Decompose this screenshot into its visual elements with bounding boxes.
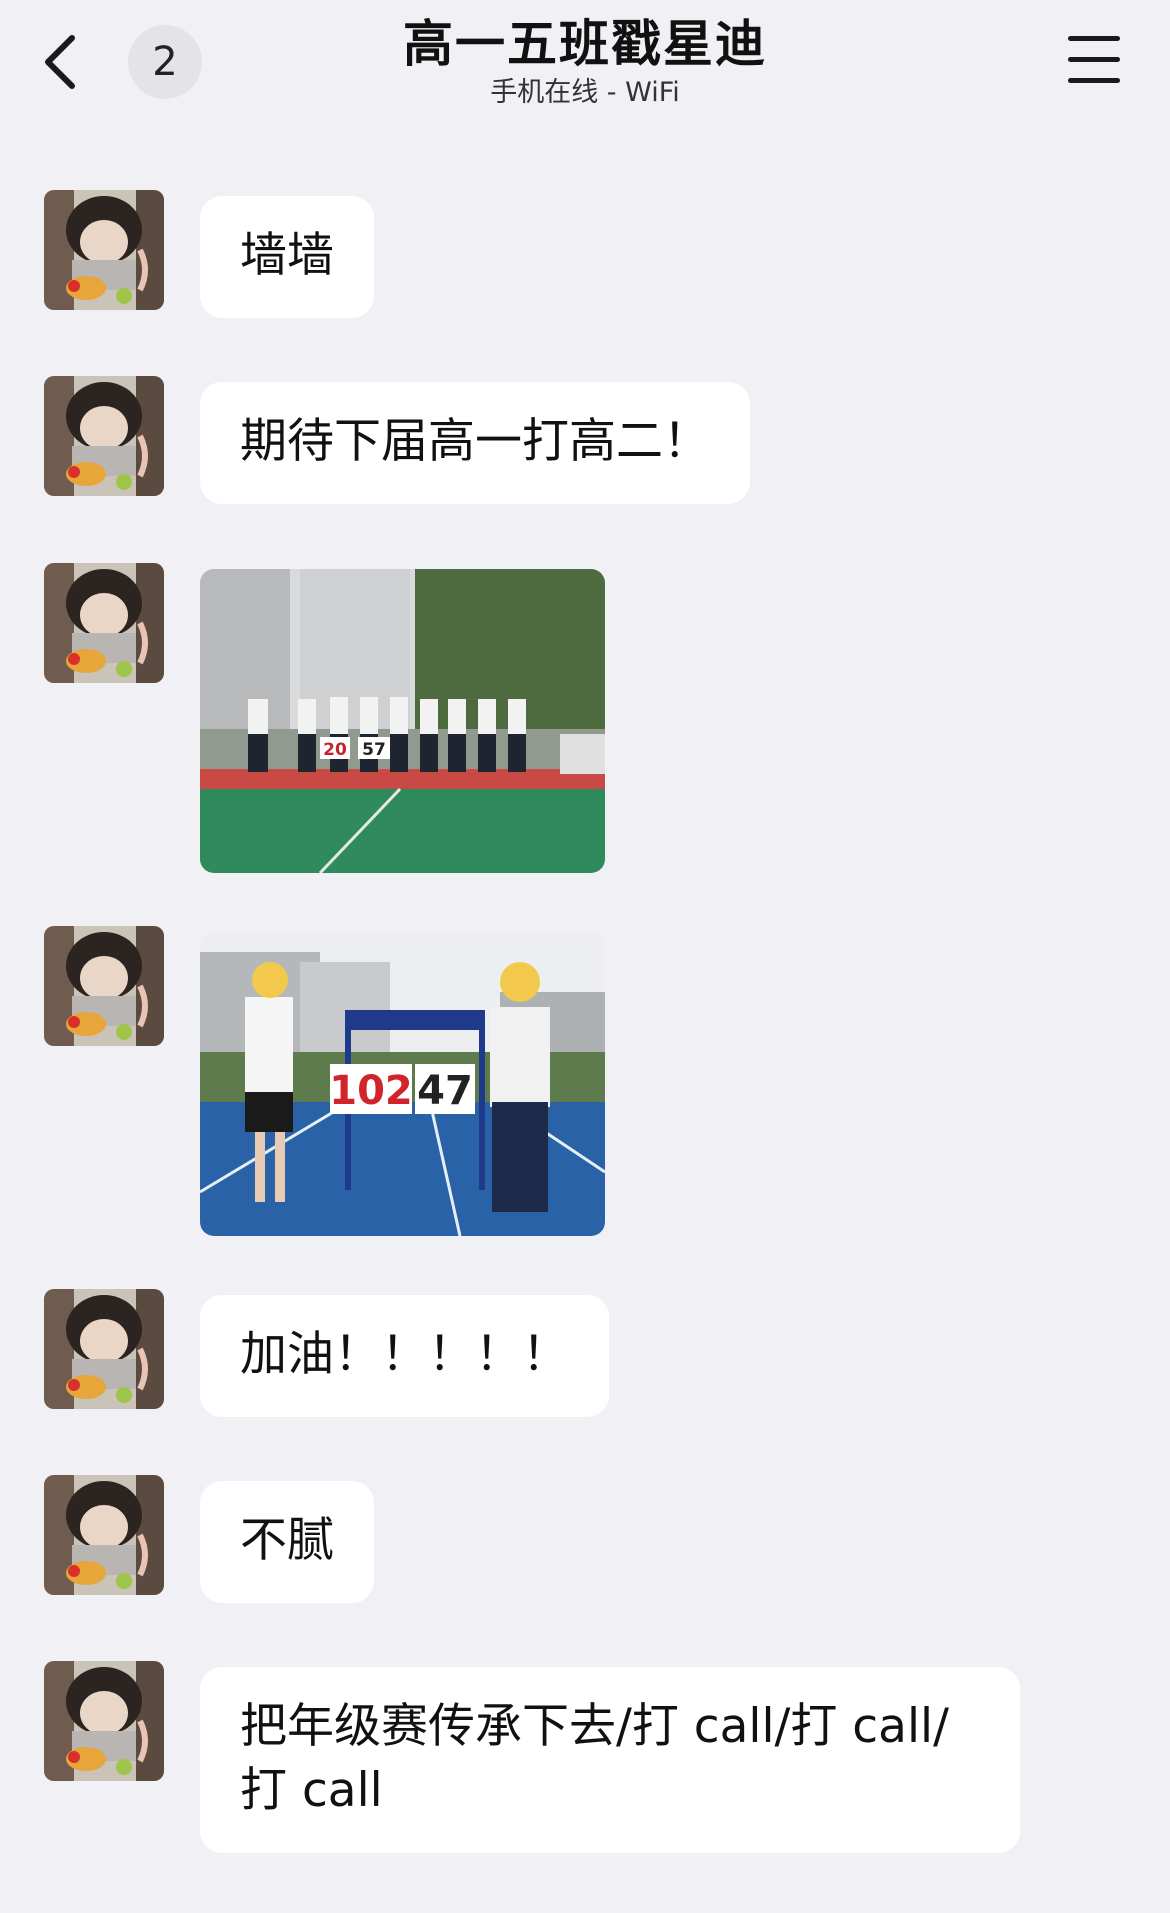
scoreboard-right: 57: [362, 740, 386, 760]
hamburger-menu-line: [1068, 57, 1120, 62]
chevron-left-icon: [45, 35, 75, 89]
message-bubble[interactable]: 把年级赛传承下去/打 call/打 call/ 打 call: [200, 1667, 1020, 1853]
image-message-basketball-team[interactable]: 20 57: [200, 569, 605, 873]
message-bubble[interactable]: 期待下届高一打高二！: [200, 382, 750, 504]
sender-avatar[interactable]: [44, 190, 164, 310]
title-block[interactable]: 高一五班戳星迪 手机在线 - WiFi: [300, 12, 870, 110]
sender-avatar[interactable]: [44, 1475, 164, 1595]
scoreboard-left: 102: [329, 1068, 413, 1114]
sender-avatar[interactable]: [44, 563, 164, 683]
scoreboard-right: 47: [417, 1068, 473, 1114]
online-status: 手机在线 - WiFi: [490, 77, 680, 108]
hamburger-menu-icon: [1068, 36, 1120, 41]
message-bubble[interactable]: 加油！！！！！: [200, 1295, 609, 1417]
menu-button[interactable]: [1068, 36, 1120, 84]
scoreboard-left: 20: [323, 740, 347, 760]
message-bubble[interactable]: 不腻: [200, 1481, 374, 1603]
chat-header: 2 高一五班戳星迪 手机在线 - WiFi: [0, 0, 1170, 135]
back-button[interactable]: 2: [40, 24, 202, 100]
hamburger-menu-line: [1068, 78, 1120, 83]
unread-count-badge: 2: [128, 25, 202, 99]
sender-avatar[interactable]: [44, 926, 164, 1046]
sender-avatar[interactable]: [44, 1661, 164, 1781]
image-message-track-scoreboard[interactable]: 102 47: [200, 932, 605, 1236]
chat-title: 高一五班戳星迪: [403, 15, 767, 73]
sender-avatar[interactable]: [44, 376, 164, 496]
sender-avatar[interactable]: [44, 1289, 164, 1409]
message-bubble[interactable]: 墙墙: [200, 196, 374, 318]
